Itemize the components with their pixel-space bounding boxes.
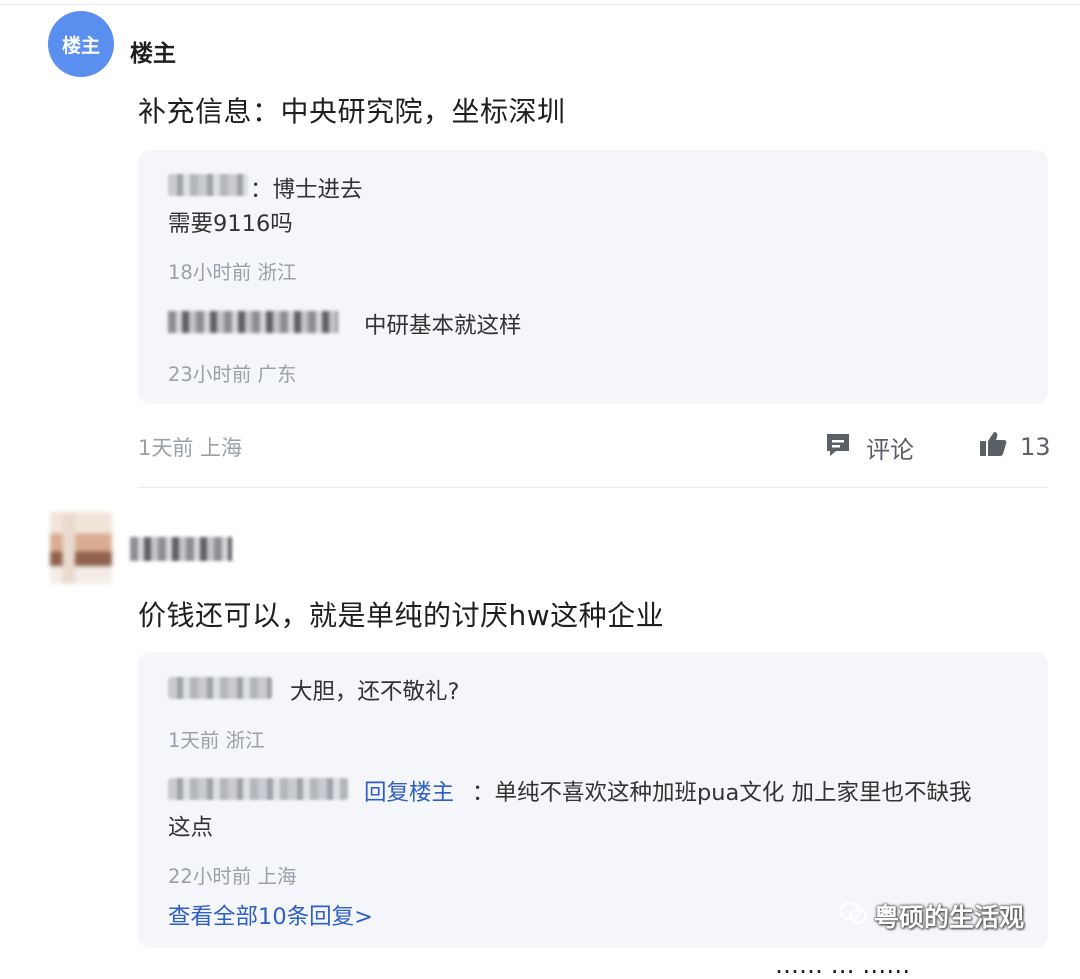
reply-text: 中研基本就这样 xyxy=(364,313,522,339)
watermark-text: 粤硕的生活观 xyxy=(874,903,1025,932)
post-meta: 1天前 上海 xyxy=(138,436,243,460)
comment-label: 评论 xyxy=(866,436,914,464)
reply-meta: 22小时前 上海 xyxy=(168,865,297,888)
username[interactable]: 楼主 xyxy=(130,34,176,68)
cut-off-text: …… … …… xyxy=(775,951,911,979)
comment-text: 补充信息：中央研究院，坐标深圳 xyxy=(138,95,566,128)
blurred-username xyxy=(168,311,338,333)
reply-text-line2: 这点 xyxy=(168,815,214,841)
reply-text: ：博士进去 xyxy=(250,177,363,203)
reply-to-link[interactable]: 回复楼主 xyxy=(364,775,454,807)
blurred-username[interactable] xyxy=(130,537,232,561)
blurred-username xyxy=(168,778,348,800)
reply-box: ：博士进去 需要9116吗 18小时前 浙江 中研基本就这样 23小时前 广东 xyxy=(138,150,1048,404)
comment-text: 价钱还可以，就是单纯的讨厌hw这种企业 xyxy=(138,599,665,632)
view-all-replies-link[interactable]: 查看全部10条回复> xyxy=(168,899,373,931)
reply-text-line2: 需要9116吗 xyxy=(168,211,293,237)
blurred-username xyxy=(168,174,248,196)
like-button[interactable]: 13 xyxy=(978,430,1051,464)
reply-meta: 1天前 浙江 xyxy=(168,729,265,752)
top-divider xyxy=(0,4,1080,5)
reply-meta: 18小时前 浙江 xyxy=(168,261,297,284)
reply-text: 大胆，还不敬礼? xyxy=(290,679,460,705)
reply-text: ：单纯不喜欢这种加班pua文化 加上家里也不缺我 xyxy=(472,780,972,806)
avatar[interactable] xyxy=(50,512,112,584)
comment-icon xyxy=(824,431,852,465)
avatar[interactable]: 楼主 xyxy=(48,11,114,77)
wechat-icon xyxy=(838,900,868,932)
blurred-username xyxy=(168,677,272,699)
like-count: 13 xyxy=(1020,433,1051,461)
reply-meta: 23小时前 广东 xyxy=(168,363,297,386)
comment-button[interactable]: 评论 xyxy=(824,430,914,465)
divider xyxy=(138,487,1048,488)
watermark: 粤硕的生活观 xyxy=(838,898,1024,934)
thumbs-up-icon xyxy=(978,430,1008,464)
